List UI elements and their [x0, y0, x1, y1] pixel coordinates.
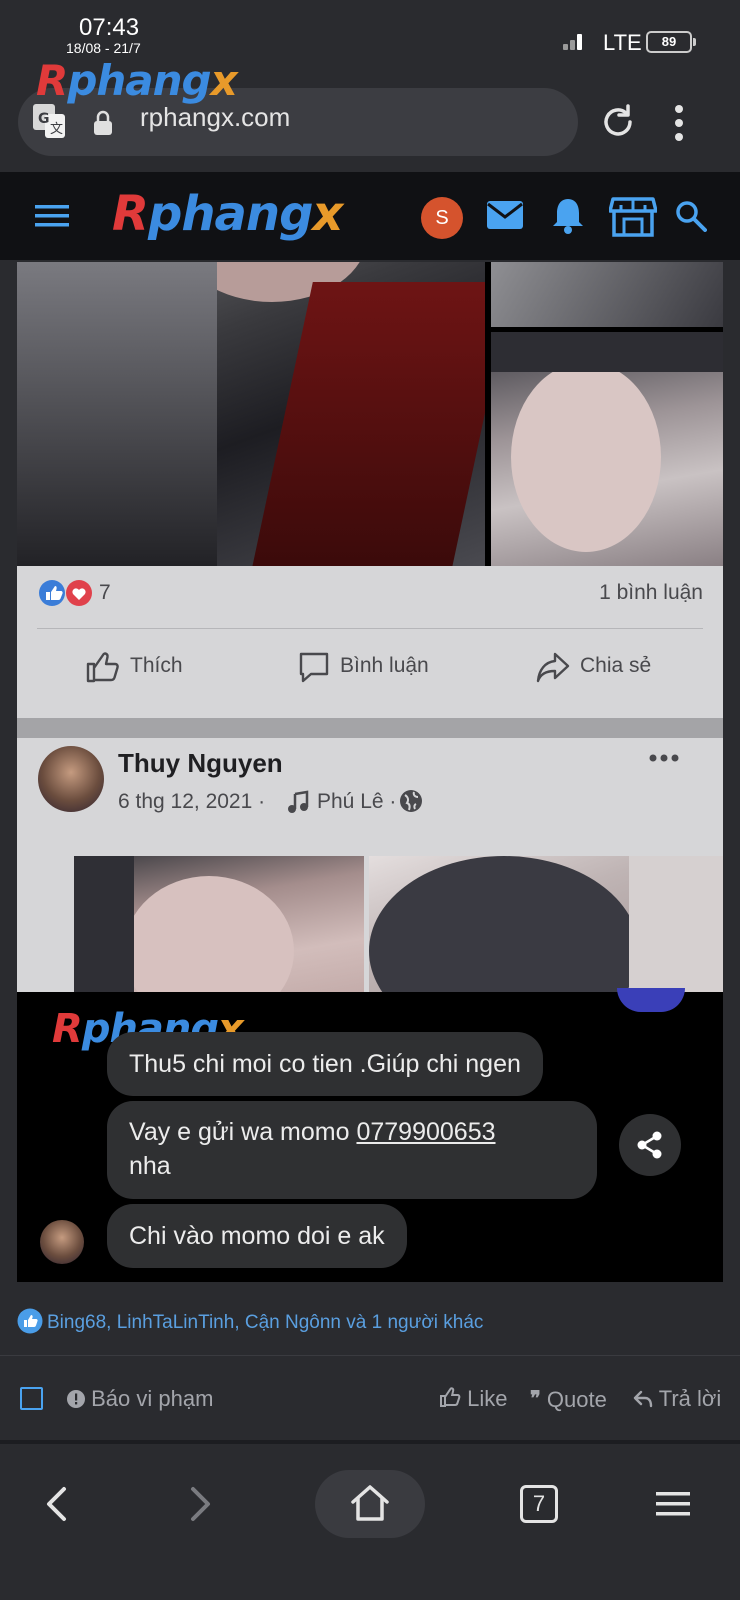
- translate-icon[interactable]: G 文: [31, 102, 67, 140]
- tabs-button[interactable]: 7: [520, 1485, 558, 1523]
- like-reaction-icon: [17, 1308, 43, 1334]
- like-love-reaction-icon: [39, 580, 92, 606]
- photo: [491, 262, 723, 327]
- reactions-summary[interactable]: Bing68, LinhTaLinTinh, Cận Ngônn và 1 ng…: [17, 1308, 483, 1334]
- battery-icon: 89: [646, 31, 696, 53]
- photo: [17, 262, 485, 566]
- warning-icon: [67, 1390, 85, 1408]
- clock: 07:43: [79, 14, 140, 41]
- fb-comment-label: Bình luận: [340, 654, 429, 677]
- photo: [369, 856, 723, 992]
- chat-message: Chi vào momo doi e ak: [107, 1204, 407, 1268]
- facebook-post-footer: 7 1 bình luận Thích Bình luận Chia sẻ: [17, 566, 723, 718]
- like-button[interactable]: Like: [439, 1386, 507, 1412]
- comment-icon: [299, 652, 329, 683]
- thumbs-up-icon: [86, 652, 119, 683]
- back-icon[interactable]: [44, 1486, 70, 1522]
- share-icon: [637, 1131, 662, 1159]
- search-icon[interactable]: [675, 200, 707, 232]
- lock-icon: [94, 110, 112, 135]
- site-logo[interactable]: Rphangx: [112, 186, 343, 242]
- photo: [491, 332, 723, 566]
- svg-text:G: G: [38, 111, 50, 127]
- url-text[interactable]: rphangx.com: [140, 102, 290, 133]
- post-date: 6 thg 12, 2021 ·: [118, 790, 266, 813]
- forward-icon[interactable]: [187, 1486, 213, 1522]
- network-type: LTE: [603, 30, 642, 55]
- chat-message: Thu5 chi moi co tien .Giúp chi ngen: [107, 1032, 543, 1096]
- fb-like-label: Thích: [130, 654, 183, 677]
- home-icon: [351, 1485, 389, 1521]
- chat-message: Vay e gửi wa momo 0779900653 nha: [107, 1101, 597, 1199]
- phone-number[interactable]: 0779900653: [356, 1118, 495, 1146]
- author-name: Thuy Nguyen: [118, 748, 283, 778]
- more-menu-icon[interactable]: [673, 104, 685, 142]
- sender-avatar: [40, 1220, 84, 1264]
- hamburger-menu-icon[interactable]: [35, 202, 69, 230]
- thumbs-up-icon: [440, 1387, 461, 1407]
- report-link[interactable]: Báo vi phạm: [67, 1386, 213, 1412]
- shop-icon[interactable]: [609, 195, 657, 237]
- comment-count: 1 bình luận: [599, 581, 703, 604]
- reaction-count: 7: [99, 581, 111, 604]
- quote-button[interactable]: ❞ Quote: [530, 1386, 607, 1413]
- post-place: Phú Lê ·: [317, 790, 397, 813]
- user-avatar[interactable]: S: [421, 197, 463, 239]
- date-range: 18/08 - 21/7: [66, 40, 141, 56]
- reply-icon: [633, 1390, 653, 1408]
- watermark-logo: Rphangx: [36, 56, 238, 105]
- home-button[interactable]: [315, 1470, 425, 1538]
- share-button[interactable]: [619, 1114, 681, 1176]
- mail-icon[interactable]: [486, 200, 524, 230]
- share-arrow-icon: [536, 652, 570, 683]
- globe-icon: [400, 790, 422, 812]
- divider: [17, 718, 723, 738]
- more-options-icon: [649, 754, 679, 762]
- reload-icon[interactable]: [598, 102, 638, 142]
- menu-icon[interactable]: [656, 1490, 690, 1518]
- quote-icon: ❞: [530, 1388, 541, 1410]
- music-icon: [288, 790, 309, 813]
- bell-icon[interactable]: [551, 196, 585, 234]
- photo: [74, 856, 364, 992]
- author-avatar: [38, 746, 104, 812]
- divider: [0, 1440, 740, 1444]
- select-checkbox[interactable]: [20, 1387, 43, 1410]
- signal-icon: [563, 34, 585, 50]
- fb-share-label: Chia sẻ: [580, 654, 652, 677]
- reply-button[interactable]: Trả lời: [633, 1386, 721, 1412]
- svg-text:文: 文: [50, 122, 63, 137]
- facebook-post: Thuy Nguyen 6 thg 12, 2021 · Phú Lê ·: [17, 738, 723, 992]
